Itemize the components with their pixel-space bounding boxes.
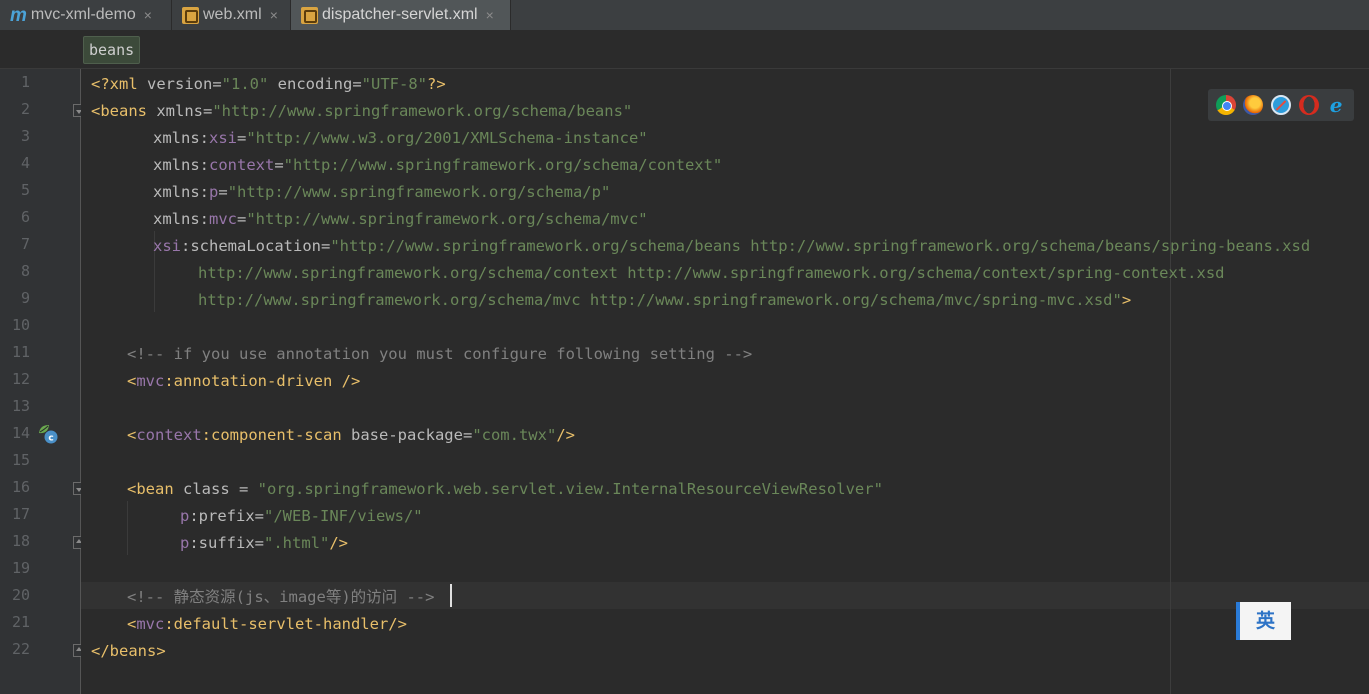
code-line-2: <beans xmlns="http://www.springframework… [91,102,633,120]
close-icon[interactable]: × [270,7,278,23]
code-line-21: <mvc:default-servlet-handler/> [127,615,407,633]
code-line-16: <bean class = "org.springframework.web.s… [127,480,883,498]
code-line-3: xmlns:xsi="http://www.w3.org/2001/XMLSch… [153,129,648,147]
breadcrumb-beans[interactable]: beans [83,36,141,64]
code-line-6: xmlns:mvc="http://www.springframework.or… [153,210,648,228]
line-number: 1 [20,73,30,91]
text-caret [450,584,452,607]
line-number: 22 [11,640,30,658]
code-line-17: p:prefix="/WEB-INF/views/" [180,507,423,525]
line-number: 16 [11,478,30,496]
code-line-4: xmlns:context="http://www.springframewor… [153,156,723,174]
xml-file-icon [182,6,199,24]
line-number-gutter[interactable]: 1 2 3 4 5 6 7 8 9 10 11 12 13 14 15 16 17 18 19 20 21 22 [0,69,86,694]
tab-label: mvc-xml-demo [30,6,136,23]
spring-bean-icon[interactable]: c [37,423,59,445]
code-line-22: </beans> [91,642,166,660]
breadcrumb-bar: beans [0,31,1369,69]
line-number: 13 [11,397,30,415]
tab-label: web.xml [203,6,262,23]
tab-web-xml[interactable]: web.xml × [172,0,291,30]
code-line-1: <?xml version="1.0" encoding="UTF-8"?> [91,75,446,93]
line-number: 3 [20,127,30,145]
maven-module-icon: m [10,4,27,26]
ime-language-indicator[interactable]: 英 [1236,602,1291,640]
safari-icon[interactable] [1270,95,1291,115]
line-number: 15 [11,451,30,469]
line-number: 4 [20,154,30,172]
browser-preview-toolbar: e [1208,89,1354,121]
tab-label: dispatcher-servlet.xml [322,6,478,23]
line-number: 7 [20,235,30,253]
line-number: 20 [11,586,30,604]
firefox-icon[interactable] [1243,95,1264,115]
tab-mvc-xml-demo[interactable]: m mvc-xml-demo × [0,0,172,30]
code-line-7: xsi:schemaLocation="http://www.springfra… [153,237,1311,255]
code-line-5: xmlns:p="http://www.springframework.org/… [153,183,611,201]
line-number: 8 [20,262,30,280]
line-number: 5 [20,181,30,199]
close-icon[interactable]: × [486,7,494,23]
code-line-18: p:suffix=".html"/> [180,534,348,552]
code-editor[interactable]: <?xml version="1.0" encoding="UTF-8"?> <… [81,69,1369,694]
code-line-14: <context:component-scan base-package="co… [127,426,575,444]
indent-guide [127,501,128,555]
line-number: 14 [11,424,30,442]
code-line-8: http://www.springframework.org/schema/co… [198,264,1225,282]
line-number: 11 [11,343,30,361]
line-number: 9 [20,289,30,307]
opera-icon[interactable] [1298,95,1319,115]
close-icon[interactable]: × [144,7,152,23]
line-number: 18 [11,532,30,550]
line-number: 17 [11,505,30,523]
line-number: 2 [20,100,30,118]
line-number: 19 [11,559,30,577]
chrome-icon[interactable] [1215,95,1236,115]
line-number: 10 [11,316,30,334]
svg-text:c: c [48,434,53,444]
xml-file-icon [301,6,318,24]
code-line-9: http://www.springframework.org/schema/mv… [198,291,1132,309]
code-line-12: <mvc:annotation-driven /> [127,372,361,390]
editor-tab-bar: m mvc-xml-demo × web.xml × dispatcher-se… [0,0,1369,31]
right-margin-guide [1170,69,1171,694]
line-number: 12 [11,370,30,388]
code-line-11: <!-- if you use annotation you must conf… [127,345,753,363]
ie-icon[interactable]: e [1326,95,1346,115]
line-number: 21 [11,613,30,631]
line-number: 6 [20,208,30,226]
code-line-20: <!-- 静态资源(js、image等)的访问 --> [127,588,435,606]
tab-dispatcher-servlet-xml[interactable]: dispatcher-servlet.xml × [291,0,511,30]
